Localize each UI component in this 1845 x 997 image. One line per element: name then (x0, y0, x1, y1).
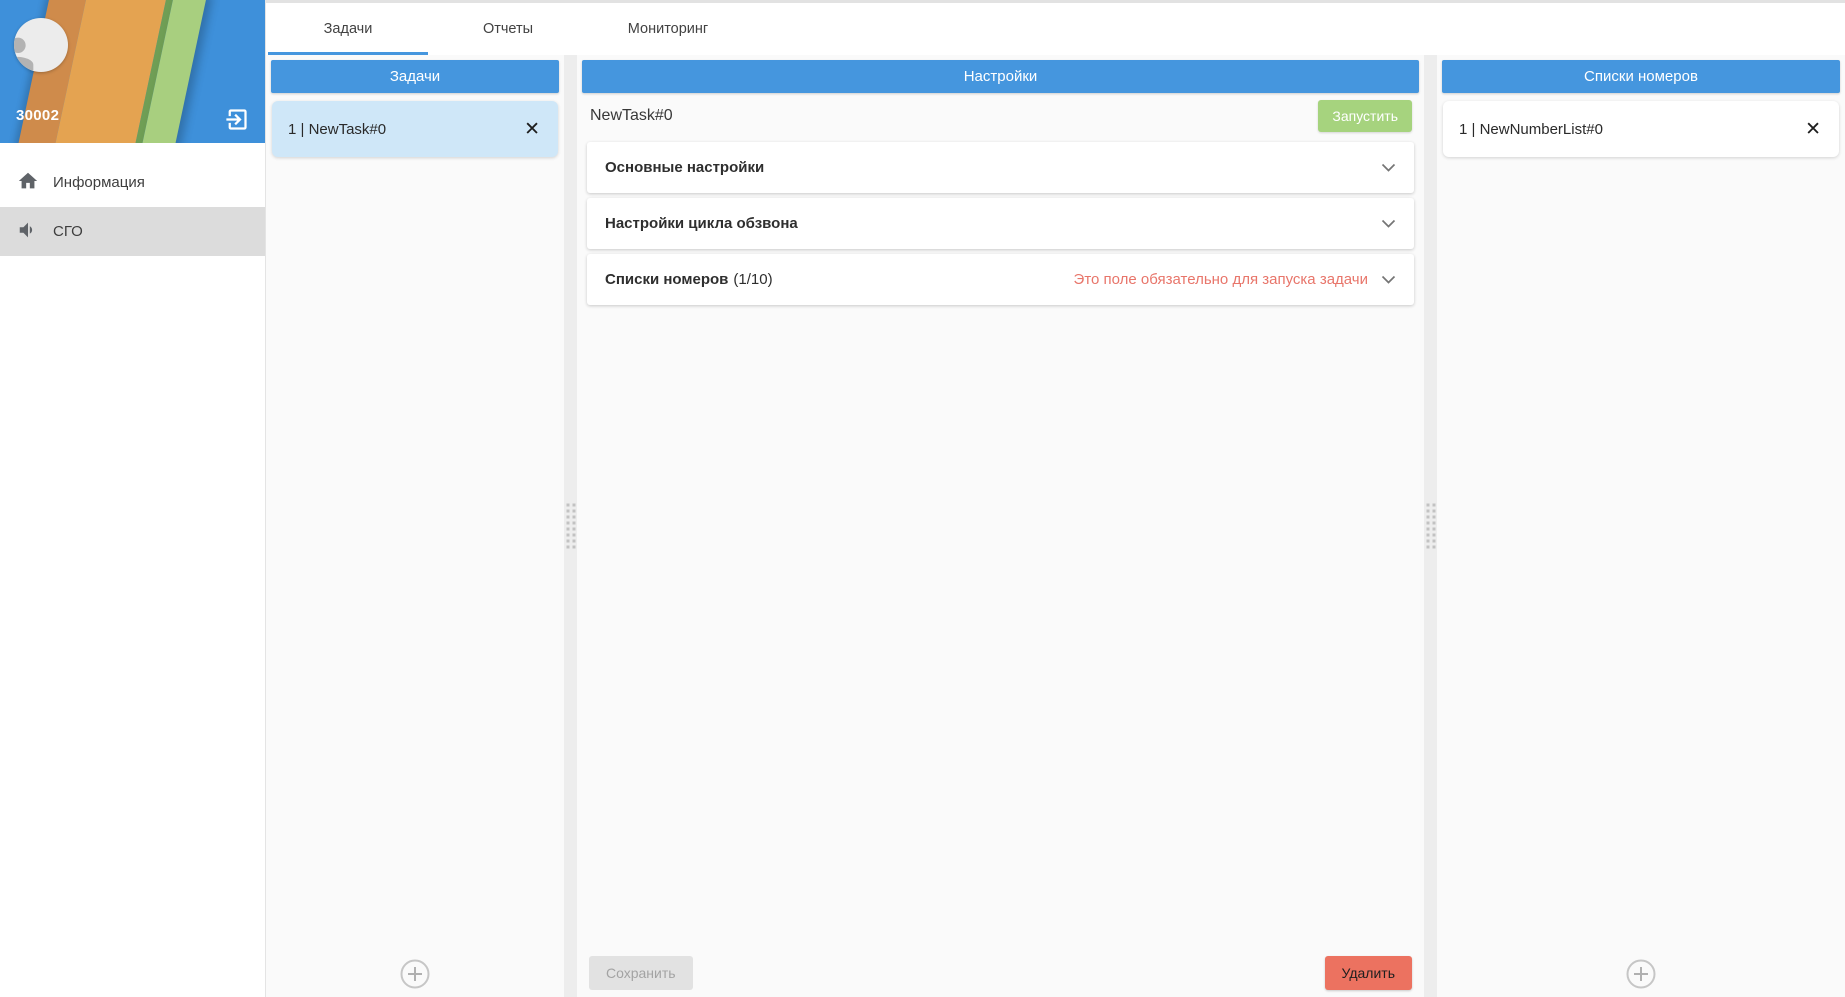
volume-icon (17, 219, 39, 245)
accordion-section-number-lists[interactable]: Списки номеров (1/10) Это поле обязатель… (587, 254, 1414, 305)
tab-tasks[interactable]: Задачи (268, 3, 428, 55)
settings-panel-header: Настройки (582, 60, 1419, 93)
content: Задачи 1 | NewTask#0 ✕ Настройки NewTask… (266, 55, 1845, 997)
run-button[interactable]: Запустить (1318, 100, 1412, 132)
section-suffix: (1/10) (733, 271, 773, 288)
tab-reports[interactable]: Отчеты (428, 3, 588, 55)
task-list-item[interactable]: 1 | NewTask#0 ✕ (272, 101, 558, 157)
accordion-section-basic-settings[interactable]: Основные настройки (587, 142, 1414, 193)
chevron-down-icon[interactable] (1381, 215, 1396, 233)
settings-panel: Настройки NewTask#0 Запустить Основные н… (577, 55, 1424, 997)
sidebar-item-information[interactable]: Информация (0, 158, 265, 207)
sidebar-item-label: СГО (53, 223, 83, 240)
user-id: 30002 (16, 107, 60, 124)
drag-handle-dots (1426, 503, 1435, 549)
task-title-row: NewTask#0 Запустить (577, 93, 1424, 139)
add-number-list-button[interactable] (1625, 958, 1657, 990)
drag-handle-dots (566, 503, 575, 549)
section-title: Настройки цикла обзвона (605, 215, 798, 232)
tab-bar: Задачи Отчеты Мониторинг (266, 0, 1845, 55)
logout-icon[interactable] (222, 105, 250, 133)
settings-accordion: Основные настройки Настройки цикла обзво… (587, 142, 1414, 305)
chevron-down-icon[interactable] (1381, 159, 1396, 177)
sidebar: 30002 Информация СГО (0, 0, 266, 997)
plus-icon (399, 959, 431, 994)
tasks-panel-header: Задачи (271, 60, 559, 93)
number-lists-panel: Списки номеров 1 | NewNumberList#0 ✕ (1437, 55, 1845, 997)
save-button[interactable]: Сохранить (589, 956, 693, 990)
accordion-section-call-cycle[interactable]: Настройки цикла обзвона (587, 198, 1414, 249)
number-list-item[interactable]: 1 | NewNumberList#0 ✕ (1443, 101, 1839, 157)
panel-splitter-right[interactable] (1424, 55, 1437, 997)
section-title: Списки номеров (605, 271, 729, 288)
number-list-item-label: 1 | NewNumberList#0 (1459, 120, 1603, 138)
plus-icon (1625, 959, 1657, 994)
chevron-down-icon[interactable] (1381, 271, 1396, 289)
section-warning: Это поле обязательно для запуска задачи (1073, 271, 1368, 288)
task-item-label: 1 | NewTask#0 (288, 120, 387, 138)
tab-monitoring[interactable]: Мониторинг (588, 3, 748, 55)
sidebar-menu: Информация СГО (0, 158, 265, 256)
main-area: Задачи Отчеты Мониторинг Задачи 1 | NewT… (266, 0, 1845, 997)
delete-button[interactable]: Удалить (1324, 956, 1412, 990)
close-icon[interactable]: ✕ (522, 118, 542, 141)
sidebar-item-sgo[interactable]: СГО (0, 207, 265, 256)
close-icon[interactable]: ✕ (1803, 118, 1823, 141)
tasks-panel: Задачи 1 | NewTask#0 ✕ (266, 55, 564, 997)
home-icon (17, 170, 39, 196)
add-task-button[interactable] (399, 958, 431, 990)
tab-label: Отчеты (482, 21, 534, 37)
number-lists-panel-header: Списки номеров (1442, 60, 1840, 93)
tab-label: Задачи (323, 21, 373, 37)
sidebar-item-label: Информация (53, 174, 145, 191)
panel-splitter-left[interactable] (564, 55, 577, 997)
avatar (14, 18, 68, 72)
tab-label: Мониторинг (627, 21, 709, 37)
task-name: NewTask#0 (590, 107, 673, 124)
section-title: Основные настройки (605, 159, 765, 176)
sidebar-banner: 30002 (0, 0, 265, 143)
